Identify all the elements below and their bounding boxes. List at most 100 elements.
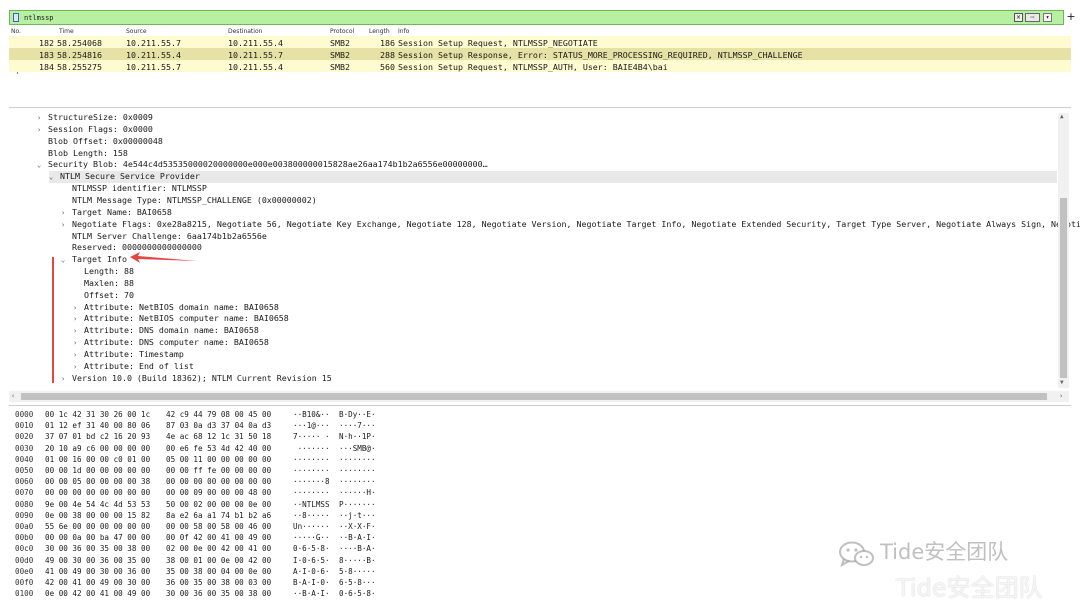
- column-header-protocol[interactable]: Protocol: [330, 28, 354, 35]
- tree-node[interactable]: Blob Length: 158: [37, 148, 128, 160]
- expand-arrow-icon[interactable]: ›: [73, 304, 84, 312]
- column-header-length[interactable]: Length: [369, 28, 390, 35]
- hex-row[interactable]: 0000 00 1c 42 31 30 26 00 1c 42 c9 44 79 0…: [9, 409, 509, 421]
- hex-row[interactable]: 0030 20 10 a9 c6 00 00 00 00 00 e6 fe 53 4…: [9, 443, 509, 455]
- collapse-arrow-icon[interactable]: ⌄: [37, 161, 48, 169]
- expand-arrow-icon[interactable]: ›: [37, 126, 48, 134]
- tree-node[interactable]: › StructureSize: 0x0009: [37, 112, 153, 124]
- hex-row[interactable]: 0070 00 00 00 00 00 00 00 00 00 00 09 00 0…: [9, 487, 509, 499]
- hex-row[interactable]: 0020 37 07 01 bd c2 16 20 93 4e ac 68 12 1…: [9, 431, 509, 443]
- tree-node-label: NTLMSSP identifier: NTLMSSP: [72, 183, 207, 194]
- expand-arrow-icon[interactable]: ›: [73, 315, 84, 323]
- tree-node[interactable]: › Version 10.0 (Build 18362); NTLM Curren…: [61, 373, 332, 385]
- packet-destination: 10.211.55.4: [228, 62, 283, 72]
- tree-node[interactable]: › Attribute: NetBIOS domain name: BAI0658: [73, 302, 279, 314]
- clear-filter-icon[interactable]: ✕: [1014, 13, 1023, 22]
- hex-row[interactable]: 00d0 49 00 30 00 36 00 35 00 38 00 01 00 0…: [9, 555, 509, 567]
- tree-node[interactable]: › Target Name: BAI0658: [61, 207, 172, 219]
- ascii-bytes: I·0·6·5·: [293, 555, 330, 565]
- tree-node-selected[interactable]: ⌄ NTLM Secure Service Provider: [49, 171, 1057, 184]
- chevron-down-icon[interactable]: ▾: [1043, 13, 1052, 22]
- ascii-bytes: ········: [293, 488, 330, 498]
- scrollbar-thumb[interactable]: [1060, 198, 1067, 378]
- tree-node[interactable]: › Attribute: DNS computer name: BAI0658: [73, 337, 269, 349]
- scroll-left-icon[interactable]: ‹: [11, 392, 15, 400]
- tree-node[interactable]: Offset: 70: [73, 290, 134, 302]
- hex-row[interactable]: 00c0 30 00 36 00 35 00 38 00 02 00 0e 00 4…: [9, 543, 509, 555]
- hex-row[interactable]: 00b0 00 00 0a 00 ba 47 00 00 00 0f 42 00 4…: [9, 532, 509, 544]
- expand-arrow-icon[interactable]: ›: [61, 209, 72, 217]
- ascii-bytes: ··X·X·F·: [339, 522, 376, 531]
- hex-row[interactable]: 0040 01 00 16 00 00 c0 01 00 05 00 11 00 0…: [9, 454, 509, 466]
- hex-bytes: 20 10 a9 c6 00 00 00 00: [45, 443, 151, 453]
- hex-row[interactable]: 00a0 55 6e 00 00 00 00 00 00 00 00 58 00 5…: [9, 521, 509, 533]
- add-filter-button[interactable]: +: [1066, 10, 1076, 24]
- bookmark-icon[interactable]: [13, 13, 19, 22]
- ascii-bytes: ·······: [293, 443, 330, 453]
- packet-list-header: No. Time Source Destination Protocol Len…: [9, 26, 1071, 36]
- horizontal-scrollbar[interactable]: ‹ ›: [9, 391, 1069, 402]
- ascii-bytes: 6·5·8···: [339, 578, 376, 587]
- tree-node[interactable]: NTLMSSP identifier: NTLMSSP: [61, 183, 207, 195]
- scroll-right-icon[interactable]: ›: [1059, 392, 1063, 400]
- hex-row[interactable]: 0090 0e 00 38 00 00 00 15 82 8a e2 6a a1 7…: [9, 510, 509, 522]
- expand-arrow-icon[interactable]: ›: [37, 114, 48, 122]
- tree-node[interactable]: ⌄ Security Blob: 4e544c4d5353500002000000…: [37, 159, 488, 171]
- column-header-info[interactable]: Info: [398, 28, 409, 35]
- hex-offset: 0090: [15, 510, 34, 520]
- hex-bytes: 00 e6 fe 53 4d 42 40 00: [166, 443, 272, 453]
- column-header-source[interactable]: Source: [126, 28, 147, 35]
- tree-node-label: Attribute: End of list: [84, 360, 194, 371]
- column-header-destination[interactable]: Destination: [228, 28, 262, 35]
- hex-row[interactable]: 0010 01 12 ef 31 40 00 80 06 87 03 0a d3 3…: [9, 420, 509, 432]
- tree-node-label: Target Name: BAI0658: [72, 206, 172, 217]
- column-header-time[interactable]: Time: [59, 28, 74, 35]
- hex-row[interactable]: 0060 00 00 05 00 00 00 00 38 00 00 00 00 0…: [9, 476, 509, 488]
- tree-node[interactable]: › Negotiate Flags: 0xe28a8215, Negotiate …: [61, 219, 1080, 231]
- tree-node[interactable]: NTLM Server Challenge: 6aa174b1b2a6556e: [61, 231, 267, 243]
- collapse-arrow-icon[interactable]: ⌄: [49, 173, 60, 181]
- expand-arrow-icon[interactable]: ›: [61, 375, 72, 383]
- column-header-no[interactable]: No.: [11, 28, 21, 35]
- apply-filter-button[interactable]: ⇨: [1025, 13, 1040, 22]
- vertical-scrollbar[interactable]: ▲ ▼: [1058, 113, 1069, 388]
- tree-node[interactable]: Length: 88: [73, 266, 134, 278]
- packet-row[interactable]: 182 58.254068 10.211.55.7 10.211.55.4 SM…: [9, 36, 1071, 48]
- scrollbar-thumb[interactable]: [21, 393, 1047, 400]
- expand-arrow-icon[interactable]: ›: [73, 363, 84, 371]
- expand-arrow-icon[interactable]: ›: [73, 351, 84, 359]
- tree-node[interactable]: › Attribute: NetBIOS computer name: BAI06…: [73, 313, 289, 325]
- ascii-bytes: ········: [339, 477, 376, 487]
- packet-row[interactable]: 184 58.255275 10.211.55.7 10.211.55.4 SM…: [9, 60, 1071, 72]
- hex-row[interactable]: 0100 0e 00 42 00 41 00 49 00 30 00 36 00 3…: [9, 588, 509, 600]
- display-filter-input[interactable]: [24, 13, 924, 23]
- tree-node[interactable]: Blob Offset: 0x00000048: [37, 136, 163, 148]
- expand-arrow-icon[interactable]: ›: [73, 339, 84, 347]
- hex-row[interactable]: 0080 9e 00 4e 54 4c 4d 53 53 50 00 02 00 0…: [9, 499, 509, 511]
- hex-bytes: 42 c9 44 79 08 00 45 00: [166, 410, 272, 419]
- tree-node[interactable]: › Attribute: DNS domain name: BAI0658: [73, 325, 259, 337]
- tree-node-label: Maxlen: 88: [84, 277, 134, 288]
- packet-row-selected[interactable]: 183 58.254816 10.211.55.4 10.211.55.7 SM…: [9, 48, 1071, 60]
- expand-arrow-icon[interactable]: ›: [61, 221, 72, 229]
- hex-row[interactable]: 0050 00 00 1d 00 00 00 00 00 00 00 ff fe 0…: [9, 465, 509, 477]
- tree-node[interactable]: › Attribute: Timestamp: [73, 349, 184, 361]
- hex-offset: 0070: [15, 488, 34, 498]
- tree-node[interactable]: ⌄ Target Info: [61, 254, 127, 266]
- tree-node-label: Attribute: DNS computer name: BAI0658: [84, 337, 269, 348]
- tree-node[interactable]: › Attribute: End of list: [73, 361, 194, 373]
- packet-protocol: SMB2: [330, 62, 350, 72]
- tree-node[interactable]: Maxlen: 88: [73, 278, 134, 290]
- hex-row[interactable]: 00f0 42 00 41 00 49 00 30 00 36 00 35 00 3…: [9, 577, 509, 589]
- ascii-bytes: Un······: [293, 522, 330, 531]
- tree-node[interactable]: › Session Flags: 0x0000: [37, 124, 153, 136]
- tree-node[interactable]: NTLM Message Type: NTLMSSP_CHALLENGE (0x…: [61, 195, 317, 207]
- hex-row[interactable]: 00e0 41 00 49 00 30 00 36 00 35 00 38 00 0…: [9, 566, 509, 578]
- expand-arrow-icon[interactable]: ›: [73, 327, 84, 335]
- hex-bytes: 00 00 1d 00 00 00 00 00: [45, 466, 151, 475]
- scroll-up-icon[interactable]: ▲: [1060, 113, 1064, 120]
- hex-bytes: 36 00 35 00 38 00 03 00: [166, 578, 272, 587]
- collapse-arrow-icon[interactable]: ⌄: [61, 256, 72, 264]
- ascii-bytes: ···1@···: [293, 421, 330, 431]
- scroll-down-icon[interactable]: ▼: [1060, 379, 1064, 386]
